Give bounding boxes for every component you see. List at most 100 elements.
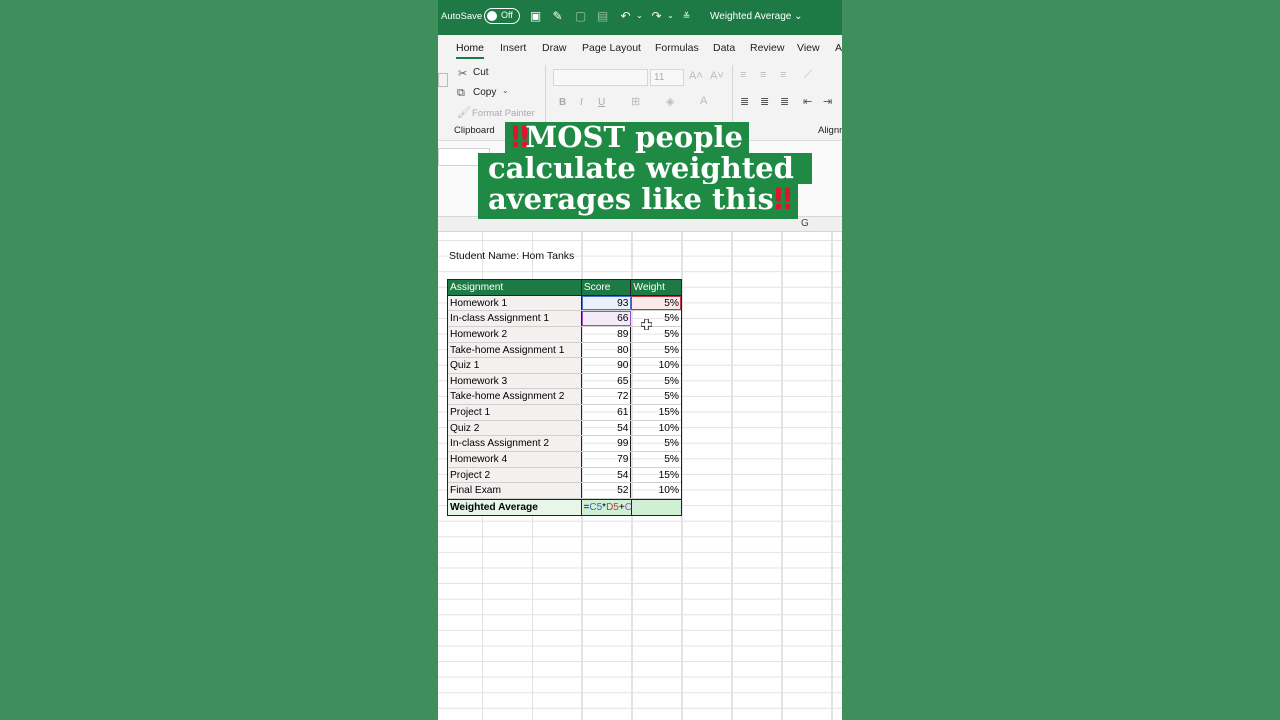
title-bar: AutoSave Off ▣ ✎ ▢ ▤ ↶ ⌄ ↷ ⌄ ≚ Weighted … (438, 0, 842, 35)
weight-cell[interactable]: 5% (631, 327, 681, 342)
assignment-cell[interactable]: In-class Assignment 1 (448, 311, 582, 326)
weight-cell[interactable]: 5% (631, 452, 681, 467)
weight-cell[interactable]: 5% (631, 311, 681, 326)
undo-dropdown-icon[interactable]: ⌄ (633, 9, 646, 23)
grid-line (731, 232, 732, 720)
score-cell[interactable]: 54 (582, 467, 632, 483)
align-left-icon[interactable]: ≣ (740, 95, 749, 108)
score-cell[interactable]: 90 (582, 358, 632, 373)
score-cell[interactable]: 72 (582, 389, 632, 405)
weight-cell[interactable]: 10% (631, 358, 681, 373)
assignment-cell[interactable]: Project 1 (448, 405, 582, 420)
formula-ref-d5: D5 (606, 501, 619, 513)
format-painter-button[interactable]: Format Painter (472, 108, 535, 119)
weight-cell[interactable]: 10% (631, 483, 681, 498)
weight-cell[interactable]: 5% (631, 389, 681, 404)
document-title[interactable]: Weighted Average ⌄ (710, 11, 803, 22)
score-cell[interactable]: 54 (582, 420, 632, 436)
copy-button[interactable]: Copy (473, 87, 496, 98)
fill-color-icon[interactable]: ◈ (666, 95, 674, 108)
copy-dropdown-icon[interactable]: ⌄ (502, 86, 509, 95)
tab-view[interactable]: View (797, 42, 820, 54)
tab-more[interactable]: A (835, 42, 842, 54)
student-name-cell[interactable]: Student Name: Hom Tanks (449, 250, 574, 262)
score-cell[interactable]: 61 (582, 405, 632, 420)
weight-cell[interactable]: 5% (631, 343, 681, 358)
align-bottom-icon[interactable]: ≡ (780, 69, 786, 81)
weight-cell[interactable]: 10% (631, 421, 681, 436)
weight-cell[interactable]: 5% (631, 374, 681, 389)
formula-cell[interactable]: =C5*D5+C6* (581, 499, 641, 515)
decrease-indent-icon[interactable]: ⇤ (803, 95, 812, 108)
assignment-cell[interactable]: Homework 4 (448, 452, 582, 467)
assignment-cell[interactable]: In-class Assignment 2 (448, 436, 582, 452)
increase-font-icon[interactable]: A˄ (689, 70, 703, 82)
header-assignment[interactable]: Assignment (448, 280, 582, 295)
italic-button[interactable]: I (580, 97, 583, 108)
tab-page-layout[interactable]: Page Layout (582, 42, 641, 54)
score-cell[interactable]: 65 (582, 373, 632, 389)
new-file-icon[interactable]: ▢ (574, 9, 587, 23)
score-cell[interactable]: 79 (582, 452, 632, 467)
score-cell[interactable]: 52 (582, 483, 632, 498)
tab-draw[interactable]: Draw (542, 42, 567, 54)
weight-cell[interactable]: 15% (631, 468, 681, 483)
underline-button[interactable]: U (598, 97, 605, 108)
decrease-font-icon[interactable]: A˅ (710, 70, 724, 82)
paste-icon[interactable] (438, 73, 448, 87)
cut-button[interactable]: Cut (473, 67, 489, 78)
tab-insert[interactable]: Insert (500, 42, 526, 54)
weight-cell[interactable]: 5% (631, 436, 681, 451)
save-icon[interactable]: ▣ (529, 9, 542, 23)
borders-icon[interactable]: ⊞ (631, 95, 640, 108)
tab-data[interactable]: Data (713, 42, 735, 54)
assignment-cell[interactable]: Homework 2 (448, 326, 582, 342)
header-weight[interactable]: Weight (631, 280, 681, 295)
weight-cell[interactable]: 15% (631, 405, 681, 420)
assignment-cell[interactable]: Take-home Assignment 2 (448, 389, 582, 405)
undo-icon[interactable]: ↶ (619, 9, 632, 23)
autosave-toggle[interactable]: Off (484, 8, 520, 24)
align-right-icon[interactable]: ≣ (780, 95, 789, 108)
assignment-cell[interactable]: Quiz 1 (448, 358, 582, 373)
customize-toolbar-icon[interactable]: ≚ (680, 9, 693, 23)
table-row: Homework 4 79 5% (448, 452, 681, 468)
score-cell[interactable]: 93 (581, 295, 632, 311)
table-row: In-class Assignment 2 99 5% (448, 436, 681, 453)
assignment-cell[interactable]: Quiz 2 (448, 420, 582, 436)
assignment-cell[interactable]: Project 2 (448, 467, 582, 483)
assignment-cell[interactable]: Final Exam (448, 483, 582, 498)
align-middle-icon[interactable]: ≡ (760, 69, 766, 81)
tab-formulas[interactable]: Formulas (655, 42, 699, 54)
weighted-average-weight-cell[interactable] (631, 499, 681, 515)
redo-dropdown-icon[interactable]: ⌄ (664, 9, 677, 23)
score-cell[interactable]: 99 (582, 436, 632, 452)
score-cell[interactable]: 66 (581, 311, 632, 326)
tab-home[interactable]: Home (456, 42, 485, 59)
edit-icon[interactable]: ✎ (551, 9, 564, 23)
print-icon[interactable]: ▤ (596, 9, 609, 23)
redo-icon[interactable]: ↷ (650, 9, 663, 23)
font-color-icon[interactable]: A (700, 95, 707, 107)
orientation-icon[interactable]: ⟋ (804, 69, 812, 82)
header-score[interactable]: Score (582, 280, 632, 295)
assignment-cell[interactable]: Take-home Assignment 1 (448, 342, 582, 358)
tab-review[interactable]: Review (750, 42, 784, 54)
align-top-icon[interactable]: ≡ (740, 69, 746, 81)
align-center-icon[interactable]: ≣ (760, 95, 769, 108)
formula-ref-c5: C5 (589, 501, 603, 513)
weighted-average-label[interactable]: Weighted Average (448, 499, 582, 515)
score-cell[interactable]: 80 (582, 342, 632, 358)
table-row: Project 1 61 15% (448, 405, 681, 421)
increase-indent-icon[interactable]: ⇥ (823, 95, 832, 108)
weight-cell[interactable]: 5% (631, 295, 681, 311)
score-cell[interactable]: 89 (582, 326, 632, 342)
font-size-select[interactable]: 11 (650, 69, 684, 86)
bold-button[interactable]: B (559, 97, 566, 108)
font-name-select[interactable] (553, 69, 648, 86)
document-title-text: Weighted Average (710, 11, 792, 22)
copy-icon: ⧉ (457, 87, 465, 99)
grid-line (781, 232, 782, 720)
assignment-cell[interactable]: Homework 1 (448, 295, 582, 311)
assignment-cell[interactable]: Homework 3 (448, 373, 582, 389)
